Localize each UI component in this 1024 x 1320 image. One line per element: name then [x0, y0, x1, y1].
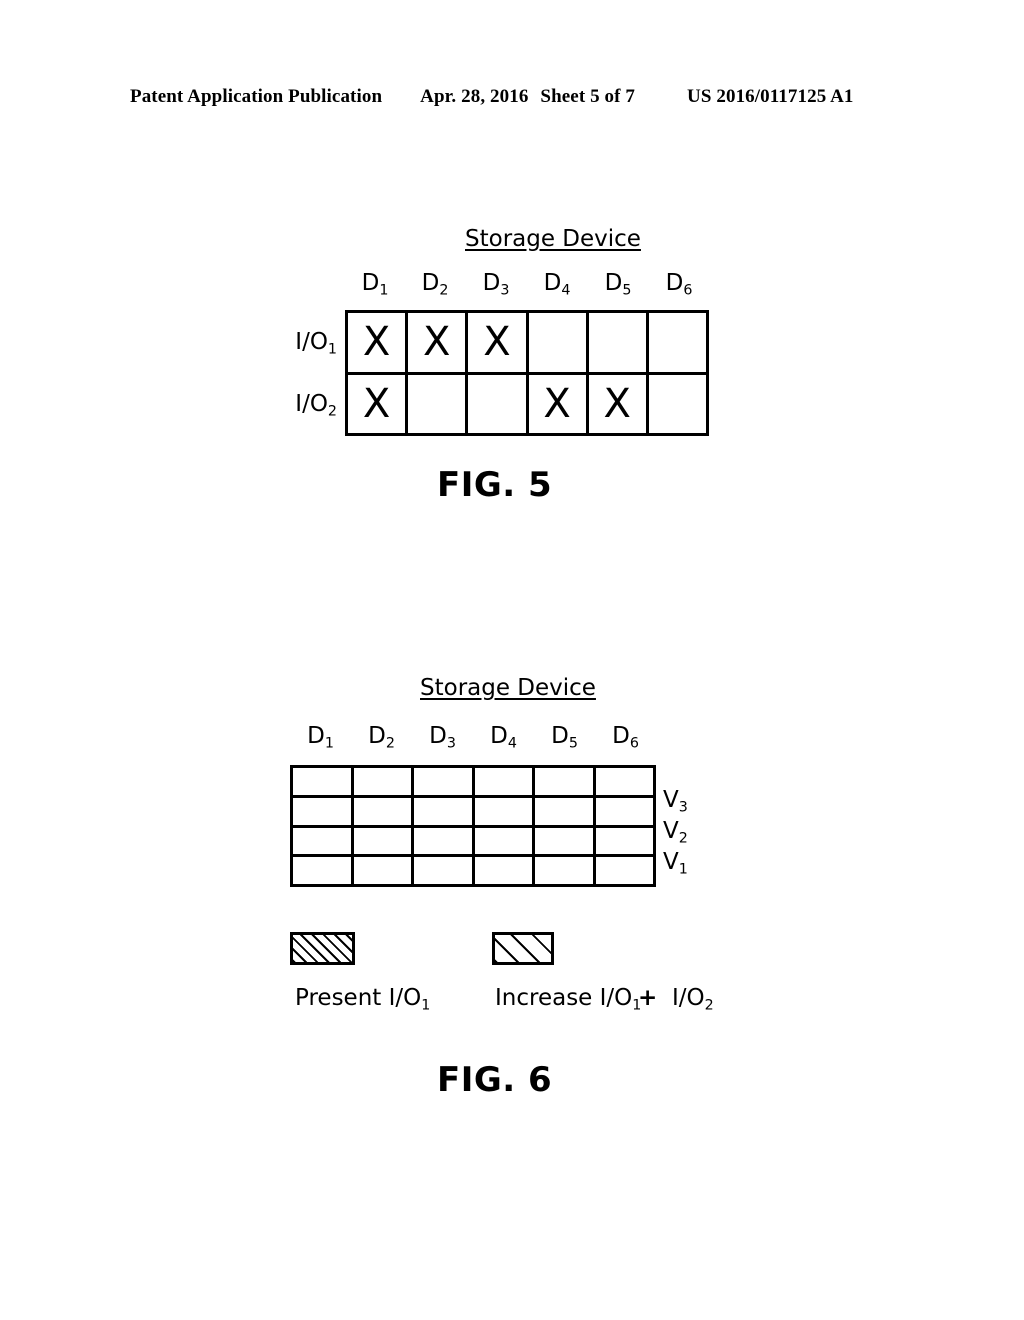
fig5-cell-r1c2: X	[408, 313, 466, 372]
fig5-column-header-d3: D3	[482, 270, 510, 299]
header-date: Apr. 28, 2016	[420, 86, 529, 107]
fig6-cell-r1c2	[353, 768, 411, 795]
fig5-row-header-io2: I/O2	[295, 391, 337, 420]
legend-plus-sign: +	[638, 985, 658, 1011]
legend-label-present-io1: Present I/O1	[295, 985, 431, 1014]
fig6-cell-r3c4	[474, 827, 532, 855]
fig6-cell-r2c2	[353, 797, 411, 825]
fig6-cell-r3c6	[595, 827, 653, 855]
fig6-grid	[290, 765, 656, 887]
fig5-cell-r1c1: X	[348, 313, 406, 372]
fig6-cell-r4c5	[535, 857, 593, 884]
fig6-cell-r2c6	[595, 797, 653, 825]
fig5-caption: FIG. 5	[437, 465, 553, 505]
fig6-column-header-d6: D6	[612, 723, 639, 752]
fig6-cell-r2c5	[535, 797, 593, 825]
fig5-column-header-d2: D2	[421, 270, 449, 299]
fig6-column-header-d4: D4	[490, 723, 517, 752]
fig6-cell-r1c3	[414, 768, 472, 795]
fig6-cell-r4c2	[353, 857, 411, 884]
fig6-cell-r2c3	[414, 797, 472, 825]
fig6-cell-r3c2	[353, 827, 411, 855]
fig5-column-header-d1: D1	[361, 270, 389, 299]
fig5-cell-r1c5	[588, 313, 646, 372]
fig6-cell-r4c4	[474, 857, 532, 884]
fig5-cell-r2c3	[468, 374, 526, 433]
fig6-cell-r3c1	[293, 827, 351, 855]
fig6-cell-r1c4	[474, 768, 532, 795]
legend-label-increase-io1: Increase I/O1	[495, 985, 642, 1014]
fig6-row-label-v3: V3	[663, 787, 688, 816]
header-patent-number: US 2016/0117125 A1	[687, 86, 854, 107]
fig6-column-header-d3: D3	[429, 723, 456, 752]
legend-label-increase-io2: I/O2	[672, 985, 714, 1014]
fig5-cell-r2c4: X	[528, 374, 586, 433]
legend-swatch-present-io1	[290, 932, 355, 965]
fig6-cell-r1c1	[293, 768, 351, 795]
fig5-cell-r1c3: X	[468, 313, 526, 372]
fig5-cell-r2c6	[648, 374, 706, 433]
fig6-title: Storage Device	[420, 675, 596, 701]
fig5-cell-r1c6	[648, 313, 706, 372]
fig6-cell-r1c5	[535, 768, 593, 795]
fig6-caption: FIG. 6	[437, 1060, 553, 1100]
fig6-cell-r2c1	[293, 797, 351, 825]
fig6-cell-r4c6	[595, 857, 653, 884]
fig5-column-header-d4: D4	[543, 270, 571, 299]
fig6-cell-r1c6	[595, 768, 653, 795]
header-sheet: Sheet 5 of 7	[540, 86, 636, 107]
fig6-cell-r4c1	[293, 857, 351, 884]
fig6-cell-r4c3	[414, 857, 472, 884]
fig5-grid: X X X X X X	[345, 310, 709, 436]
fig6-column-header-d2: D2	[368, 723, 395, 752]
fig5-cell-r1c4	[528, 313, 586, 372]
fig6-row-label-v2: V2	[663, 818, 688, 847]
fig6-cell-r2c4	[474, 797, 532, 825]
legend-swatch-increase-io1-io2	[492, 932, 554, 965]
fig5-cell-r2c5: X	[588, 374, 646, 433]
fig5-column-header-d5: D5	[604, 270, 632, 299]
fig6-column-header-d1: D1	[307, 723, 334, 752]
fig5-column-header-d6: D6	[665, 270, 693, 299]
fig5-row-header-io1: I/O1	[295, 329, 337, 358]
fig5-cell-r2c1: X	[348, 374, 406, 433]
page-header: Patent Application Publication Apr. 28, …	[130, 86, 890, 108]
fig6-column-header-d5: D5	[551, 723, 578, 752]
fig6-cell-r3c3	[414, 827, 472, 855]
fig6-cell-r3c5	[535, 827, 593, 855]
fig5-cell-r2c2	[408, 374, 466, 433]
header-publication: Patent Application Publication	[130, 86, 383, 107]
fig5-title: Storage Device	[465, 226, 641, 252]
fig6-row-label-v1: V1	[663, 849, 688, 878]
